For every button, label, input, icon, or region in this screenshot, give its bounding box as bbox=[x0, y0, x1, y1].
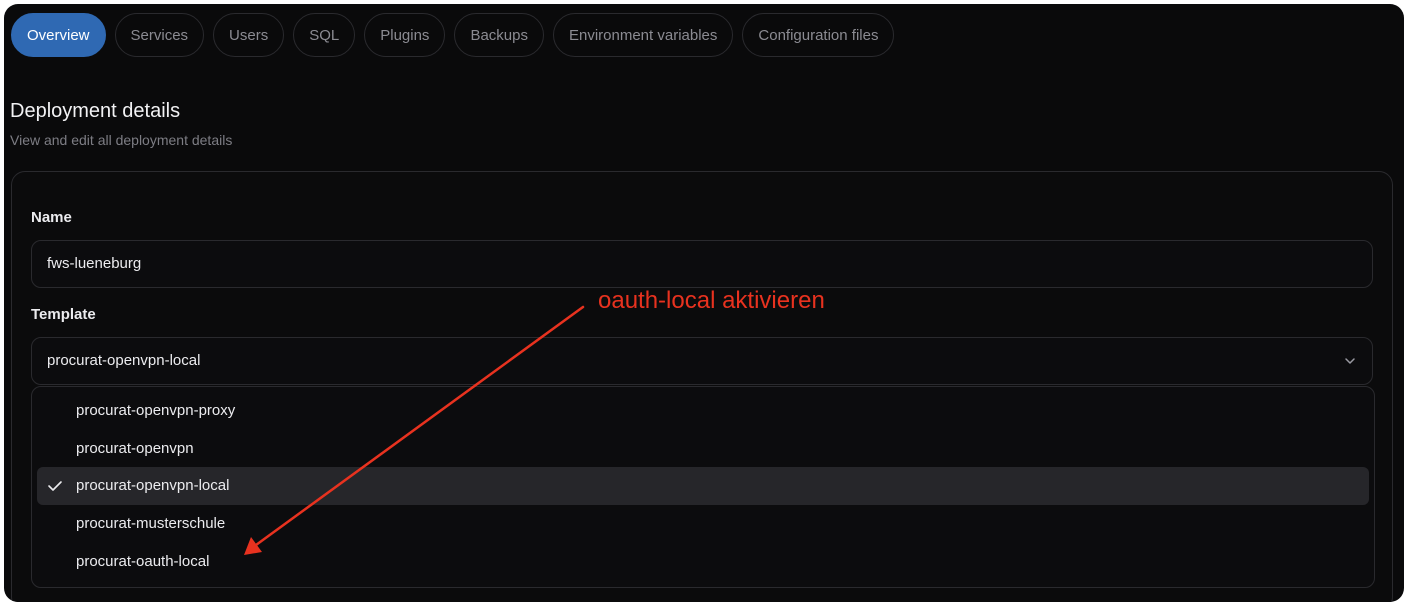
tab-users[interactable]: Users bbox=[213, 13, 285, 57]
tab-services[interactable]: Services bbox=[114, 13, 205, 57]
template-dropdown-menu: procurat-openvpn-proxy procurat-openvpn … bbox=[31, 386, 1375, 588]
tab-plugins[interactable]: Plugins bbox=[364, 13, 446, 57]
template-option-label: procurat-openvpn-local bbox=[76, 477, 230, 494]
template-option-selected[interactable]: procurat-openvpn-local bbox=[37, 467, 1369, 505]
name-label: Name bbox=[31, 209, 72, 226]
tab-sql[interactable]: SQL bbox=[293, 13, 356, 57]
template-label: Template bbox=[31, 306, 96, 323]
tab-overview[interactable]: Overview bbox=[11, 13, 106, 57]
template-option[interactable]: procurat-oauth-local bbox=[37, 543, 1369, 581]
template-select-value: procurat-openvpn-local bbox=[47, 352, 201, 369]
template-option-label: procurat-oauth-local bbox=[76, 553, 210, 570]
template-option[interactable]: procurat-openvpn-proxy bbox=[37, 392, 1369, 430]
template-option-label: procurat-openvpn bbox=[76, 440, 194, 457]
page-subtitle: View and edit all deployment details bbox=[10, 132, 233, 148]
template-select[interactable]: procurat-openvpn-local bbox=[31, 337, 1373, 385]
name-field[interactable]: fws-lueneburg bbox=[31, 240, 1373, 288]
tab-bar: Overview Services Users SQL Plugins Back… bbox=[11, 13, 895, 57]
tab-backups[interactable]: Backups bbox=[454, 13, 544, 57]
page-title: Deployment details bbox=[10, 100, 181, 122]
deployment-details-card: Name fws-lueneburg Template procurat-ope… bbox=[11, 171, 1393, 602]
template-option-label: procurat-openvpn-proxy bbox=[76, 402, 236, 419]
annotation-text: oauth-local aktivieren bbox=[598, 287, 825, 314]
template-option[interactable]: procurat-openvpn bbox=[37, 430, 1369, 468]
template-option-label: procurat-musterschule bbox=[76, 515, 226, 532]
chevron-down-icon bbox=[1345, 358, 1355, 364]
tab-configuration-files[interactable]: Configuration files bbox=[742, 13, 895, 57]
tab-environment-variables[interactable]: Environment variables bbox=[552, 13, 734, 57]
check-icon bbox=[48, 481, 62, 491]
template-option[interactable]: procurat-musterschule bbox=[37, 505, 1369, 543]
